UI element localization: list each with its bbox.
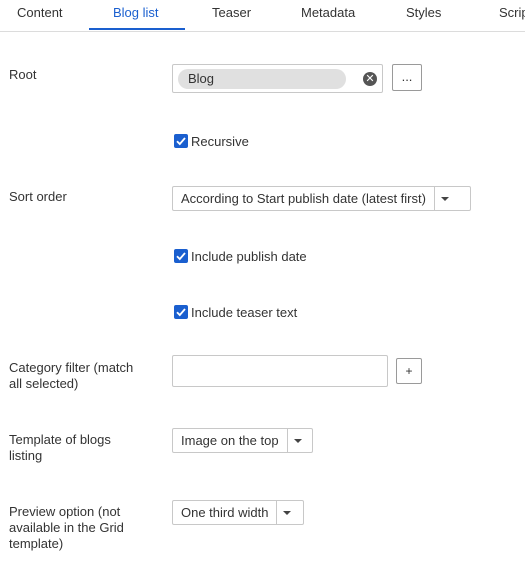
checkmark-icon (176, 137, 186, 146)
recursive-checkbox[interactable] (174, 134, 188, 148)
tab-styles[interactable]: Styles (406, 5, 441, 20)
checkmark-icon (176, 252, 186, 261)
include-teaser-text-label: Include teaser text (191, 304, 298, 320)
tab-scripts[interactable]: Scrip (499, 5, 525, 20)
include-publish-date-label: Include publish date (191, 248, 307, 264)
template-value: Image on the top (181, 433, 279, 448)
tab-content[interactable]: Content (17, 5, 63, 20)
preview-label-line3: template) (9, 536, 64, 551)
template-select[interactable]: Image on the top (172, 428, 313, 453)
preview-label-line1: Preview option (not (9, 504, 121, 519)
chevron-down-icon[interactable] (433, 187, 455, 210)
tab-blog-list[interactable]: Blog list (113, 5, 159, 20)
tab-metadata[interactable]: Metadata (301, 5, 355, 20)
active-tab-indicator (89, 28, 185, 30)
sort-order-label: Sort order (9, 189, 67, 204)
category-filter-label-line1: Category filter (match (9, 360, 134, 375)
preview-select[interactable]: One third width (172, 500, 304, 525)
root-field[interactable]: Blog ✕ (172, 64, 383, 93)
sort-order-select[interactable]: According to Start publish date (latest … (172, 186, 471, 211)
tab-teaser[interactable]: Teaser (212, 5, 251, 20)
clear-icon[interactable]: ✕ (363, 72, 377, 86)
root-chip: Blog (178, 69, 346, 89)
browse-button[interactable]: ... (392, 64, 422, 91)
chevron-down-icon[interactable] (286, 429, 308, 452)
category-filter-input[interactable] (172, 355, 388, 387)
tab-bar: Content Blog list Teaser Metadata Styles… (0, 0, 525, 32)
recursive-row: Recursive (174, 133, 249, 149)
sort-order-value: According to Start publish date (latest … (181, 191, 426, 206)
include-publish-date-checkbox[interactable] (174, 249, 188, 263)
include-teaser-text-checkbox[interactable] (174, 305, 188, 319)
add-category-button[interactable]: + (396, 358, 422, 384)
category-filter-label-line2: all selected) (9, 376, 79, 391)
recursive-label: Recursive (191, 133, 249, 149)
preview-label-line2: available in the Grid (9, 520, 124, 535)
checkmark-icon (176, 308, 186, 317)
chevron-down-icon[interactable] (276, 501, 297, 524)
include-teaser-text-row: Include teaser text (174, 304, 297, 320)
template-label-line1: Template of blogs (9, 432, 111, 447)
preview-value: One third width (181, 505, 269, 520)
template-label-line2: listing (9, 448, 43, 463)
include-publish-date-row: Include publish date (174, 248, 307, 264)
root-label: Root (9, 67, 37, 82)
